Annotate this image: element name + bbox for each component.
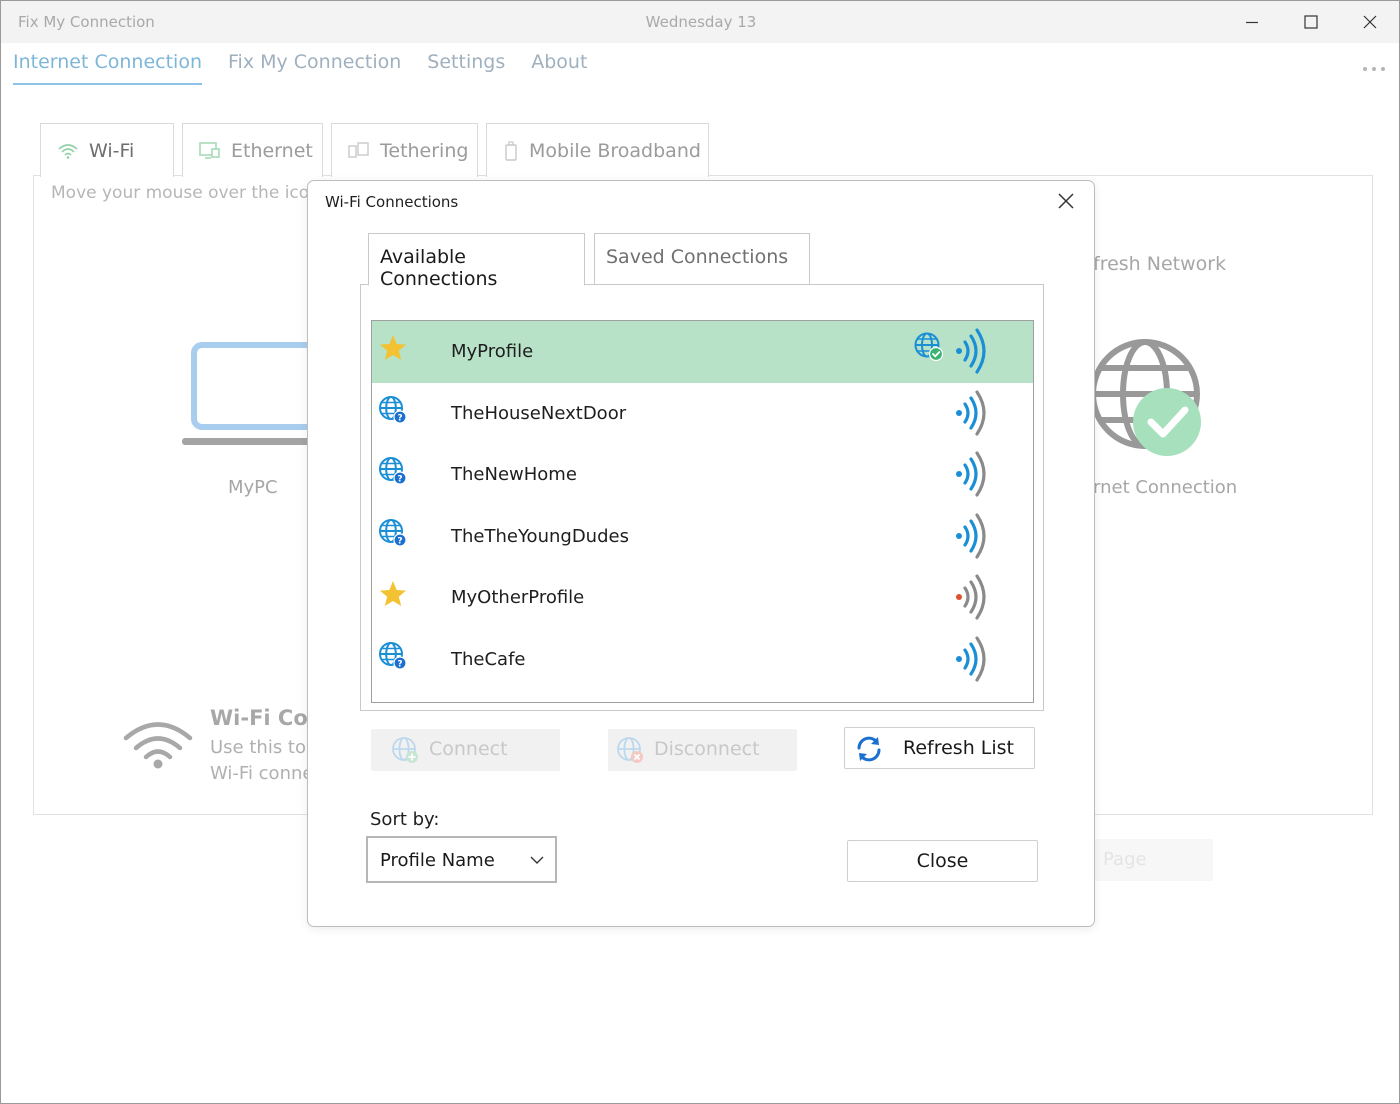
tab-mobile-broadband-label: Mobile Broadband: [529, 139, 701, 162]
globe-question-icon: ?: [379, 518, 407, 547]
connection-name: TheNewHome: [451, 464, 577, 486]
signal-strong-icon: [956, 451, 986, 497]
wifi-desc-line2: Wi-Fi conne: [210, 763, 314, 784]
wifi-connections-dialog: Wi-Fi Connections Available Connections …: [307, 180, 1095, 927]
sort-by-label: Sort by:: [370, 809, 440, 830]
star-icon: [380, 581, 406, 606]
dialog-close-button[interactable]: [1052, 187, 1080, 215]
wifi-desc-line1: Use this too: [210, 737, 317, 758]
tab-ethernet-label: Ethernet: [231, 139, 313, 162]
signal-strong-icon: [956, 389, 986, 436]
tab-wifi[interactable]: Wi-Fi: [40, 123, 174, 177]
connection-name: TheCafe: [451, 648, 526, 670]
connect-label: Connect: [429, 738, 508, 760]
close-icon: [1058, 193, 1074, 209]
pc-label: MyPC: [228, 477, 278, 498]
signal-strong-icon: [956, 635, 986, 682]
list-item-partial[interactable]: [372, 690, 1033, 703]
signal-strong-icon: [956, 512, 986, 559]
globe-question-icon: ?: [379, 457, 407, 485]
svg-text:?: ?: [397, 475, 402, 485]
tab-available-connections[interactable]: Available Connections: [368, 233, 585, 290]
app-window: Fix My Connection Wednesday 13 Internet …: [0, 0, 1400, 1104]
signal-strong-icon: [956, 328, 986, 374]
list-item[interactable]: ? TheNewHome: [372, 444, 1033, 506]
connection-name: MyProfile: [451, 341, 534, 363]
hover-hint: Move your mouse over the icons: [51, 183, 329, 203]
tab-available-label: Available Connections: [380, 246, 498, 290]
dialog-title: Wi-Fi Connections: [325, 193, 459, 211]
globe-question-icon: [378, 702, 408, 703]
tethering-icon: [348, 141, 369, 158]
mobile-broadband-icon: [505, 140, 517, 161]
connection-name: MyOtherProfile: [451, 587, 585, 609]
wifi-icon: [58, 143, 78, 159]
svg-text:?: ?: [397, 536, 402, 546]
tab-tethering[interactable]: Tethering: [331, 123, 478, 177]
sort-selected-value: Profile Name: [380, 850, 495, 871]
background-page-button[interactable]: Page: [1093, 839, 1213, 881]
globe-x-icon: [617, 737, 643, 763]
tab-tethering-label: Tethering: [380, 139, 469, 162]
signal-weak-icon: [956, 574, 986, 620]
close-button[interactable]: Close: [847, 840, 1038, 882]
svg-text:?: ?: [397, 413, 402, 423]
list-item[interactable]: ? TheHouseNextDoor: [372, 383, 1033, 445]
disconnect-label: Disconnect: [654, 738, 760, 760]
list-item[interactable]: ? TheTheYoungDudes: [372, 506, 1033, 568]
globe-question-icon: ?: [379, 395, 407, 424]
svg-text:?: ?: [397, 659, 402, 669]
refresh-network-label: fresh Network: [1093, 253, 1227, 275]
refresh-list-button[interactable]: Refresh List: [844, 727, 1035, 769]
refresh-icon: [857, 736, 881, 762]
connection-name: TheHouseNextDoor: [451, 402, 627, 424]
list-item[interactable]: MyProfile: [372, 321, 1033, 383]
tab-wifi-label: Wi-Fi: [89, 139, 135, 162]
internet-connection-label: rnet Connection: [1093, 477, 1238, 498]
tab-ethernet[interactable]: Ethernet: [182, 123, 323, 177]
laptop-icon: [182, 342, 311, 445]
wifi-large-icon: [123, 722, 193, 769]
list-item[interactable]: ? TheCafe: [372, 629, 1033, 691]
tab-saved-connections[interactable]: Saved Connections: [594, 233, 810, 285]
globe-connected-icon: [914, 332, 944, 362]
disconnect-button[interactable]: Disconnect: [608, 729, 797, 771]
sort-by-dropdown[interactable]: Profile Name: [366, 836, 557, 883]
tab-saved-label: Saved Connections: [606, 246, 789, 268]
background-page-button-label: Page: [1103, 849, 1147, 870]
connections-list[interactable]: MyProfile ? TheHouseNextDoor ? TheNewHom…: [371, 320, 1034, 703]
close-label: Close: [916, 850, 969, 872]
connection-name: TheTheYoungDudes: [451, 525, 629, 547]
globe-question-icon: ?: [379, 641, 407, 670]
refresh-list-label: Refresh List: [903, 737, 1015, 759]
globe-plus-icon: [392, 737, 418, 763]
list-item[interactable]: MyOtherProfile: [372, 567, 1033, 629]
ethernet-icon: [199, 141, 220, 159]
chevron-down-icon: [530, 856, 544, 864]
connect-button[interactable]: Connect: [371, 729, 560, 771]
tab-mobile-broadband[interactable]: Mobile Broadband: [486, 123, 709, 177]
wifi-connections-title: Wi-Fi Cor: [210, 706, 319, 730]
star-icon: [380, 335, 406, 360]
internet-globe-icon: [1090, 339, 1201, 456]
